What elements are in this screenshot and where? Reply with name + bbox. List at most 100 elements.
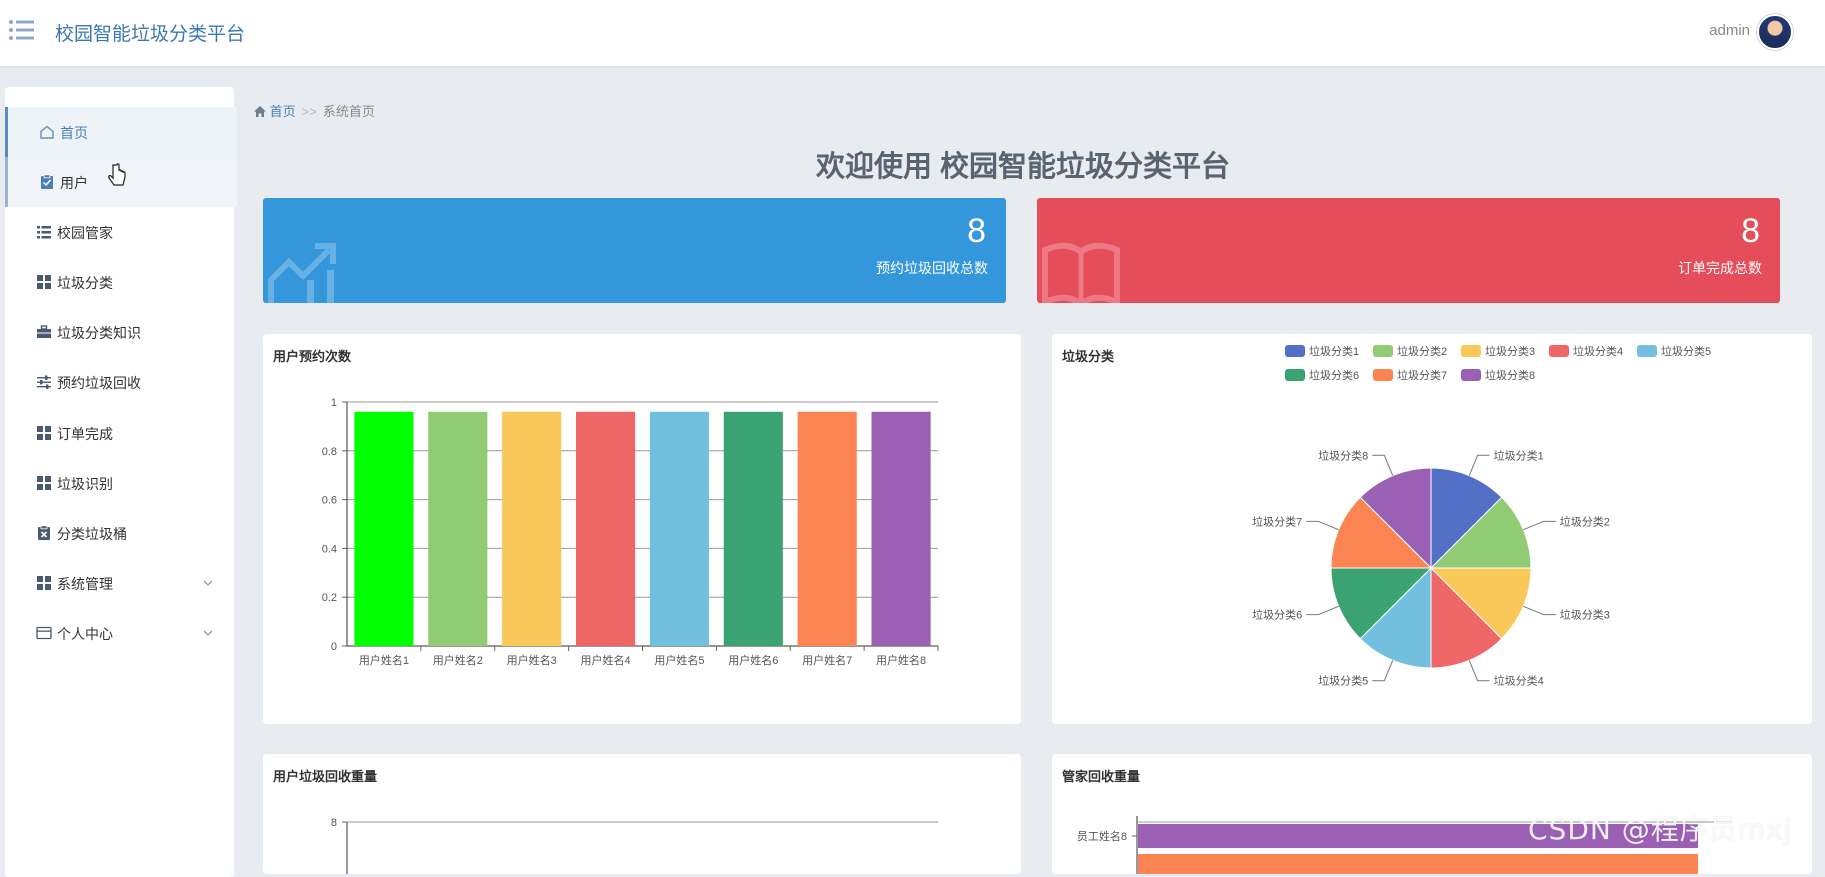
bar [576, 411, 636, 646]
pie-label-line [1523, 605, 1556, 616]
x-tick-label: 用户姓名3 [507, 653, 557, 667]
home-icon [254, 106, 266, 117]
user-name[interactable]: admin [1709, 22, 1750, 39]
sidebar-item-reservation[interactable]: 预约垃圾回收 [5, 357, 234, 407]
chart-card-user-recycle-weight: 用户垃圾回收重量 8 [263, 754, 1021, 874]
watermark: CSDN @程序员mxj [1528, 813, 1793, 846]
home-icon [40, 125, 54, 139]
legend-swatch [1373, 345, 1393, 357]
line-chart: 8 [331, 817, 938, 874]
sidebar-item-system[interactable]: 系统管理 [5, 558, 234, 608]
legend-label: 垃圾分类4 [1573, 344, 1623, 358]
sidebar-item-waste-classification[interactable]: 垃圾分类 [5, 257, 234, 307]
clipboard-check-icon [41, 174, 53, 189]
y-tick-label: 1 [331, 397, 337, 409]
pie-label: 垃圾分类1 [1494, 448, 1544, 462]
y-tick-label: 0.4 [322, 543, 337, 555]
pie-label: 垃圾分类7 [1252, 514, 1302, 528]
grid-icon [37, 576, 51, 590]
sidebar-item-label: 系统管理 [57, 576, 113, 592]
sidebar-item-waste-knowledge[interactable]: 垃圾分类知识 [5, 307, 234, 357]
bar [428, 411, 488, 646]
legend-swatch [1461, 345, 1481, 357]
y-tick-label: 0.8 [322, 446, 337, 458]
y-tick-label: 0.2 [322, 592, 337, 604]
bar [723, 411, 783, 646]
menu-icon[interactable] [8, 18, 36, 42]
sidebar-item-orders[interactable]: 订单完成 [5, 408, 234, 458]
sidebar-item-bins[interactable]: 分类垃圾桶 [5, 508, 234, 558]
book-icon [1042, 242, 1120, 303]
chevron-down-icon [203, 630, 213, 636]
bar [354, 411, 414, 646]
sidebar-item-label: 垃圾分类知识 [57, 325, 141, 341]
sidebar-item-home[interactable]: 首页 [5, 107, 237, 157]
clipboard-x-icon [38, 525, 50, 540]
bar-chart: 0 0.2 0.4 0.6 0.8 1 用户姓名1 用户姓名2 用户姓名3 用户姓名4 用户姓名5 用… [322, 397, 939, 667]
y-tick-label: 0 [331, 641, 337, 653]
y-tick-label: 员工姓名8 [1077, 829, 1127, 843]
page-title: 欢迎使用 校园智能垃圾分类平台 [815, 151, 1231, 183]
stat-card-reservations: 8 预约垃圾回收总数 [263, 198, 1006, 303]
app-title: 校园智能垃圾分类平台 [55, 24, 246, 45]
bar [1138, 854, 1698, 874]
pie-chart: 垃圾分类1 垃圾分类2 垃圾分类3 垃圾分类4 垃圾分类5 垃圾分类6 垃圾分类7 垃圾分类8… [1252, 344, 1711, 688]
pie-label-line [1523, 520, 1556, 531]
legend-swatch [1461, 369, 1481, 381]
x-tick-label: 用户姓名6 [728, 653, 778, 667]
x-tick-label: 用户姓名2 [433, 653, 483, 667]
legend-label: 垃圾分类7 [1397, 368, 1447, 382]
pie-label: 垃圾分类3 [1560, 608, 1610, 622]
sidebar-item-label: 订单完成 [57, 426, 113, 442]
pie-label: 垃圾分类4 [1494, 674, 1544, 688]
avatar[interactable] [1757, 14, 1793, 50]
pie-label-line [1306, 605, 1339, 616]
sidebar-item-recognition[interactable]: 垃圾识别 [5, 458, 234, 508]
chevron-down-icon [203, 580, 213, 586]
sidebar-item-label: 垃圾识别 [57, 476, 113, 492]
legend-swatch [1285, 369, 1305, 381]
sidebar-item-label: 首页 [60, 125, 88, 141]
bar [649, 411, 709, 646]
stat-value: 8 [1741, 212, 1760, 250]
cursor-hand-icon [108, 163, 126, 186]
list-icon [37, 226, 51, 239]
sidebar-item-label: 分类垃圾桶 [57, 526, 127, 542]
legend-label: 垃圾分类1 [1309, 344, 1359, 358]
pie-label-line [1372, 454, 1394, 476]
legend-swatch [1549, 345, 1569, 357]
grid-icon [37, 476, 51, 490]
x-tick-label: 用户姓名4 [581, 653, 631, 667]
y-tick-label: 0.6 [322, 495, 337, 507]
chart-card-waste-classification: 垃圾分类 垃圾分类1 垃圾分类2 垃圾分类3 垃圾分类4 垃圾分类5 垃圾分类6 垃圾分类7… [1052, 334, 1812, 724]
sidebar: 首页 用户 校园管家 垃圾分类 垃圾分类知识 预约垃圾回收 订单完成 垃圾识别 … [5, 87, 237, 877]
breadcrumb: 首页 >> 系统首页 [254, 101, 375, 120]
card-icon [36, 626, 52, 640]
bar [797, 411, 857, 646]
legend-swatch [1637, 345, 1657, 357]
bar [502, 411, 562, 646]
chart-card-user-bookings: 用户预约次数 0 0.2 0.4 0.6 0.8 1 用户姓名1 用户姓名2 用户姓名3 用户姓名… [263, 334, 1021, 724]
x-tick-label: 用户姓名1 [359, 653, 409, 667]
stat-label: 订单完成总数 [1678, 260, 1762, 276]
sidebar-item-profile[interactable]: 个人中心 [5, 608, 234, 658]
top-bar: 校园智能垃圾分类平台 admin [0, 0, 1825, 66]
breadcrumb-home[interactable]: 首页 [270, 104, 296, 119]
pie-label: 垃圾分类6 [1252, 608, 1302, 622]
sidebar-item-label: 校园管家 [57, 225, 113, 241]
sidebar-item-users[interactable]: 用户 [5, 157, 237, 207]
sidebar-item-label: 用户 [60, 175, 88, 191]
legend-swatch [1285, 345, 1305, 357]
sidebar-item-campus-butler[interactable]: 校园管家 [5, 207, 234, 257]
sidebar-item-label: 预约垃圾回收 [57, 375, 141, 391]
legend-label: 垃圾分类8 [1485, 368, 1535, 382]
grid-icon [37, 426, 51, 440]
pie-label-line [1306, 520, 1339, 531]
y-tick-label: 8 [331, 817, 337, 829]
pie-label-line [1372, 660, 1394, 682]
sidebar-item-label: 个人中心 [57, 626, 113, 642]
stat-card-orders: 8 订单完成总数 [1037, 198, 1780, 303]
x-tick-label: 用户姓名8 [876, 653, 926, 667]
stat-value: 8 [967, 212, 986, 250]
pie-label: 垃圾分类5 [1318, 674, 1368, 688]
